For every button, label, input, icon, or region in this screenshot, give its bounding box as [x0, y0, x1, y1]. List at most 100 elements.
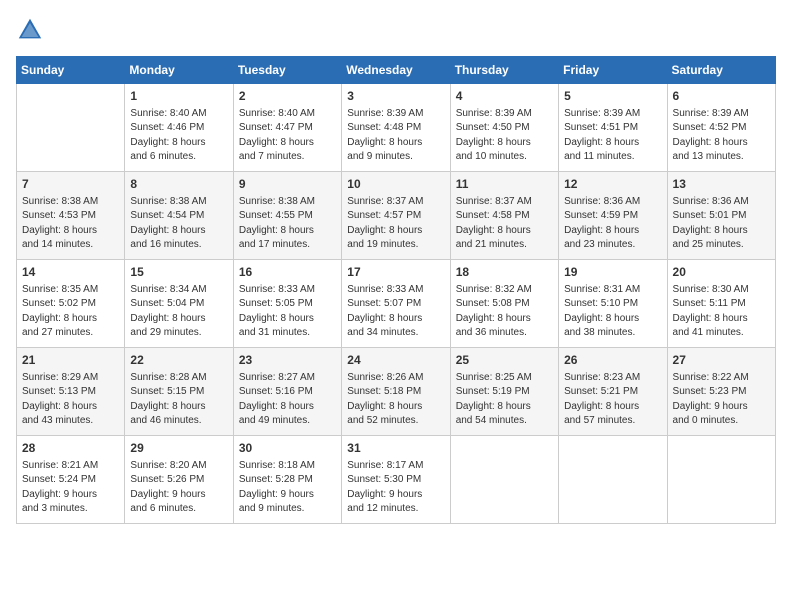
calendar-day-cell: 25 Sunrise: 8:25 AM Sunset: 5:19 PM Dayli…	[450, 348, 558, 436]
day-info: Sunrise: 8:18 AM Sunset: 5:28 PM Dayligh…	[239, 459, 336, 517]
logo-icon	[16, 16, 44, 44]
day-info: Sunrise: 8:38 AM Sunset: 4:54 PM Dayligh…	[130, 195, 227, 253]
calendar-day-cell: 27 Sunrise: 8:22 AM Sunset: 5:23 PM Dayli…	[667, 348, 775, 436]
header-day-friday: Friday	[559, 57, 667, 84]
day-number: 8	[130, 176, 227, 193]
day-number: 20	[673, 264, 770, 281]
calendar-week-row: 1Sunrise: 8:40 AM Sunset: 4:46 PM Daylig…	[17, 84, 776, 172]
day-number: 19	[564, 264, 661, 281]
day-number: 15	[130, 264, 227, 281]
day-info: Sunrise: 8:32 AM Sunset: 5:08 PM Dayligh…	[456, 283, 553, 341]
day-info: Sunrise: 8:39 AM Sunset: 4:52 PM Dayligh…	[673, 107, 770, 165]
day-number: 28	[22, 440, 119, 457]
calendar-day-cell	[450, 436, 558, 524]
day-number: 9	[239, 176, 336, 193]
day-info: Sunrise: 8:40 AM Sunset: 4:47 PM Dayligh…	[239, 107, 336, 165]
calendar-week-row: 21Sunrise: 8:29 AM Sunset: 5:13 PM Dayli…	[17, 348, 776, 436]
calendar-day-cell: 29 Sunrise: 8:20 AM Sunset: 5:26 PM Dayli…	[125, 436, 233, 524]
logo	[16, 16, 48, 44]
day-info: Sunrise: 8:27 AM Sunset: 5:16 PM Dayligh…	[239, 371, 336, 429]
day-info: Sunrise: 8:25 AM Sunset: 5:19 PM Dayligh…	[456, 371, 553, 429]
day-info: Sunrise: 8:28 AM Sunset: 5:15 PM Dayligh…	[130, 371, 227, 429]
calendar-day-cell: 28 Sunrise: 8:21 AM Sunset: 5:24 PM Dayli…	[17, 436, 125, 524]
calendar-day-cell: 30 Sunrise: 8:18 AM Sunset: 5:28 PM Dayli…	[233, 436, 341, 524]
calendar-day-cell	[17, 84, 125, 172]
calendar-header-row: SundayMondayTuesdayWednesdayThursdayFrid…	[17, 57, 776, 84]
calendar-day-cell	[559, 436, 667, 524]
day-info: Sunrise: 8:30 AM Sunset: 5:11 PM Dayligh…	[673, 283, 770, 341]
day-info: Sunrise: 8:36 AM Sunset: 4:59 PM Dayligh…	[564, 195, 661, 253]
calendar-day-cell	[667, 436, 775, 524]
day-info: Sunrise: 8:39 AM Sunset: 4:50 PM Dayligh…	[456, 107, 553, 165]
day-number: 27	[673, 352, 770, 369]
calendar-day-cell: 5 Sunrise: 8:39 AM Sunset: 4:51 PM Daylig…	[559, 84, 667, 172]
calendar-table: SundayMondayTuesdayWednesdayThursdayFrid…	[16, 56, 776, 524]
calendar-day-cell: 19 Sunrise: 8:31 AM Sunset: 5:10 PM Dayli…	[559, 260, 667, 348]
calendar-day-cell: 12 Sunrise: 8:36 AM Sunset: 4:59 PM Dayli…	[559, 172, 667, 260]
day-info: Sunrise: 8:39 AM Sunset: 4:48 PM Dayligh…	[347, 107, 444, 165]
header-day-sunday: Sunday	[17, 57, 125, 84]
day-number: 17	[347, 264, 444, 281]
day-info: Sunrise: 8:31 AM Sunset: 5:10 PM Dayligh…	[564, 283, 661, 341]
calendar-day-cell: 4 Sunrise: 8:39 AM Sunset: 4:50 PM Daylig…	[450, 84, 558, 172]
calendar-day-cell: 18 Sunrise: 8:32 AM Sunset: 5:08 PM Dayli…	[450, 260, 558, 348]
day-number: 18	[456, 264, 553, 281]
calendar-day-cell: 13 Sunrise: 8:36 AM Sunset: 5:01 PM Dayli…	[667, 172, 775, 260]
calendar-day-cell: 2 Sunrise: 8:40 AM Sunset: 4:47 PM Daylig…	[233, 84, 341, 172]
day-number: 22	[130, 352, 227, 369]
calendar-day-cell: 26 Sunrise: 8:23 AM Sunset: 5:21 PM Dayli…	[559, 348, 667, 436]
day-info: Sunrise: 8:36 AM Sunset: 5:01 PM Dayligh…	[673, 195, 770, 253]
calendar-day-cell: 10 Sunrise: 8:37 AM Sunset: 4:57 PM Dayli…	[342, 172, 450, 260]
day-number: 26	[564, 352, 661, 369]
day-number: 3	[347, 88, 444, 105]
calendar-day-cell: 14 Sunrise: 8:35 AM Sunset: 5:02 PM Dayli…	[17, 260, 125, 348]
header-day-wednesday: Wednesday	[342, 57, 450, 84]
calendar-day-cell: 22 Sunrise: 8:28 AM Sunset: 5:15 PM Dayli…	[125, 348, 233, 436]
day-info: Sunrise: 8:23 AM Sunset: 5:21 PM Dayligh…	[564, 371, 661, 429]
day-info: Sunrise: 8:39 AM Sunset: 4:51 PM Dayligh…	[564, 107, 661, 165]
day-info: Sunrise: 8:38 AM Sunset: 4:55 PM Dayligh…	[239, 195, 336, 253]
day-info: Sunrise: 8:17 AM Sunset: 5:30 PM Dayligh…	[347, 459, 444, 517]
calendar-day-cell: 24Sunrise: 8:26 AM Sunset: 5:18 PM Dayli…	[342, 348, 450, 436]
day-number: 5	[564, 88, 661, 105]
day-info: Sunrise: 8:38 AM Sunset: 4:53 PM Dayligh…	[22, 195, 119, 253]
day-number: 29	[130, 440, 227, 457]
day-number: 11	[456, 176, 553, 193]
calendar-day-cell: 17 Sunrise: 8:33 AM Sunset: 5:07 PM Dayli…	[342, 260, 450, 348]
day-number: 10	[347, 176, 444, 193]
day-number: 31	[347, 440, 444, 457]
day-number: 12	[564, 176, 661, 193]
day-number: 25	[456, 352, 553, 369]
day-info: Sunrise: 8:34 AM Sunset: 5:04 PM Dayligh…	[130, 283, 227, 341]
day-number: 16	[239, 264, 336, 281]
day-info: Sunrise: 8:21 AM Sunset: 5:24 PM Dayligh…	[22, 459, 119, 517]
calendar-day-cell: 16 Sunrise: 8:33 AM Sunset: 5:05 PM Dayli…	[233, 260, 341, 348]
calendar-day-cell: 7Sunrise: 8:38 AM Sunset: 4:53 PM Daylig…	[17, 172, 125, 260]
day-number: 2	[239, 88, 336, 105]
day-info: Sunrise: 8:22 AM Sunset: 5:23 PM Dayligh…	[673, 371, 770, 429]
day-number: 24	[347, 352, 444, 369]
day-number: 6	[673, 88, 770, 105]
calendar-day-cell: 15 Sunrise: 8:34 AM Sunset: 5:04 PM Dayli…	[125, 260, 233, 348]
calendar-day-cell: 1Sunrise: 8:40 AM Sunset: 4:46 PM Daylig…	[125, 84, 233, 172]
day-info: Sunrise: 8:33 AM Sunset: 5:05 PM Dayligh…	[239, 283, 336, 341]
calendar-day-cell: 20 Sunrise: 8:30 AM Sunset: 5:11 PM Dayli…	[667, 260, 775, 348]
calendar-week-row: 14 Sunrise: 8:35 AM Sunset: 5:02 PM Dayli…	[17, 260, 776, 348]
day-info: Sunrise: 8:37 AM Sunset: 4:57 PM Dayligh…	[347, 195, 444, 253]
calendar-day-cell: 6 Sunrise: 8:39 AM Sunset: 4:52 PM Daylig…	[667, 84, 775, 172]
day-info: Sunrise: 8:20 AM Sunset: 5:26 PM Dayligh…	[130, 459, 227, 517]
day-info: Sunrise: 8:33 AM Sunset: 5:07 PM Dayligh…	[347, 283, 444, 341]
day-number: 30	[239, 440, 336, 457]
day-number: 13	[673, 176, 770, 193]
day-number: 23	[239, 352, 336, 369]
day-info: Sunrise: 8:37 AM Sunset: 4:58 PM Dayligh…	[456, 195, 553, 253]
header-day-tuesday: Tuesday	[233, 57, 341, 84]
calendar-day-cell: 23 Sunrise: 8:27 AM Sunset: 5:16 PM Dayli…	[233, 348, 341, 436]
day-number: 4	[456, 88, 553, 105]
day-info: Sunrise: 8:40 AM Sunset: 4:46 PM Dayligh…	[130, 107, 227, 165]
day-number: 14	[22, 264, 119, 281]
day-info: Sunrise: 8:35 AM Sunset: 5:02 PM Dayligh…	[22, 283, 119, 341]
calendar-day-cell: 11 Sunrise: 8:37 AM Sunset: 4:58 PM Dayli…	[450, 172, 558, 260]
calendar-day-cell: 31 Sunrise: 8:17 AM Sunset: 5:30 PM Dayli…	[342, 436, 450, 524]
day-info: Sunrise: 8:29 AM Sunset: 5:13 PM Dayligh…	[22, 371, 119, 429]
